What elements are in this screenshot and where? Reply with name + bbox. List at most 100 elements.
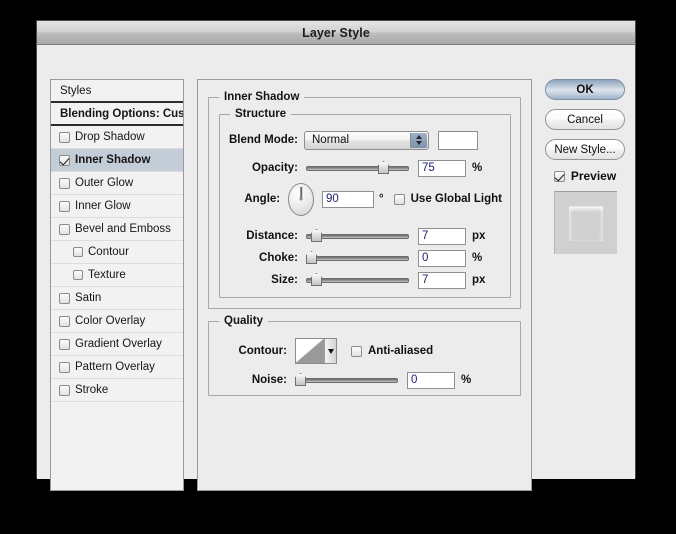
sidebar-item-blending-options[interactable]: Blending Options: Custom [51, 103, 183, 126]
title-bar: Layer Style [37, 21, 635, 45]
choke-slider[interactable] [306, 250, 409, 266]
opacity-row: Opacity: % [220, 159, 502, 177]
sidebar-item-label: Contour [88, 246, 129, 258]
size-slider[interactable] [306, 272, 409, 288]
preview-shape [568, 206, 603, 241]
sidebar-item-label: Pattern Overlay [75, 361, 155, 373]
blend-mode-select[interactable]: Normal [304, 130, 429, 150]
checkbox-texture[interactable] [73, 270, 83, 280]
sidebar-item-drop-shadow[interactable]: Drop Shadow [51, 126, 183, 149]
sidebar-item-label: Gradient Overlay [75, 338, 162, 350]
opacity-unit: % [472, 162, 483, 174]
choke-label: Choke: [259, 252, 298, 264]
noise-label: Noise: [251, 374, 287, 386]
ok-button[interactable]: OK [545, 79, 625, 100]
sidebar-item-texture[interactable]: Texture [51, 264, 183, 287]
preview-thumbnail [553, 191, 617, 254]
inner-shadow-group: Inner Shadow Structure Blend Mode: Norma… [208, 91, 521, 309]
sidebar-item-label: Bevel and Emboss [75, 223, 171, 235]
slider-thumb[interactable] [295, 373, 306, 386]
checkbox-stroke[interactable] [59, 384, 70, 396]
sidebar-item-label: Texture [88, 269, 126, 281]
inner-shadow-group-legend: Inner Shadow [219, 91, 305, 103]
noise-row: Noise: % [209, 371, 509, 389]
preview-toggle[interactable]: Preview [545, 169, 625, 183]
checkbox-inner-shadow[interactable] [59, 154, 70, 166]
sidebar-item-color-overlay[interactable]: Color Overlay [51, 310, 183, 333]
slider-thumb[interactable] [311, 273, 322, 286]
size-row: Size: px [220, 271, 502, 289]
sidebar-item-label: Inner Glow [75, 200, 131, 212]
slider-thumb[interactable] [306, 251, 317, 264]
checkbox-satin[interactable] [59, 292, 70, 304]
sidebar-item-stroke[interactable]: Stroke [51, 379, 183, 402]
size-label: Size: [271, 274, 298, 286]
checkbox-anti-aliased[interactable] [351, 345, 362, 357]
blend-color-swatch[interactable] [438, 130, 478, 150]
distance-input[interactable] [418, 227, 466, 245]
cancel-button[interactable]: Cancel [545, 109, 625, 130]
checkbox-use-global-light[interactable] [393, 193, 405, 205]
use-global-light-label: Use Global Light [410, 193, 502, 205]
checkbox-pattern-overlay[interactable] [59, 361, 70, 373]
sidebar-item-bevel-and-emboss[interactable]: Bevel and Emboss [51, 218, 183, 241]
checkbox-contour[interactable] [73, 247, 83, 257]
slider-track [306, 255, 409, 261]
angle-input[interactable] [322, 190, 375, 208]
preview-label: Preview [570, 169, 617, 183]
checkbox-outer-glow[interactable] [59, 177, 70, 189]
blend-mode-value: Normal [312, 134, 350, 146]
chevron-down-icon[interactable] [324, 339, 336, 363]
slider-track [295, 377, 398, 383]
settings-panel: Inner Shadow Structure Blend Mode: Norma… [197, 79, 532, 491]
choke-unit: % [472, 252, 483, 264]
angle-unit: ° [379, 193, 384, 205]
choke-row: Choke: % [220, 249, 502, 267]
sidebar-item-gradient-overlay[interactable]: Gradient Overlay [51, 333, 183, 356]
structure-group: Structure Blend Mode: Normal Opacity: 75… [219, 108, 511, 298]
sidebar-item-contour[interactable]: Contour [51, 241, 183, 264]
sidebar-item-satin[interactable]: Satin [51, 287, 183, 310]
contour-preset-picker[interactable] [295, 338, 337, 364]
sidebar-item-inner-shadow[interactable]: Inner Shadow [51, 149, 183, 172]
noise-input[interactable] [407, 371, 455, 389]
sidebar-item-outer-glow[interactable]: Outer Glow [51, 172, 183, 195]
sidebar-item-label: Outer Glow [75, 177, 134, 189]
new-style-button[interactable]: New Style... [545, 139, 625, 160]
distance-slider[interactable] [306, 228, 409, 244]
layer-style-dialog: Layer Style Styles Blending Options: Cus… [36, 20, 636, 491]
blend-mode-label: Blend Mode: [229, 134, 298, 146]
size-unit: px [472, 274, 486, 286]
angle-row: Angle: ° Use Global Light [220, 181, 502, 217]
choke-input[interactable] [418, 249, 466, 267]
checkbox-drop-shadow[interactable] [59, 131, 70, 143]
slider-thumb[interactable] [311, 229, 322, 242]
size-input[interactable] [418, 271, 466, 289]
distance-row: Distance: px [220, 227, 502, 245]
noise-slider[interactable] [295, 372, 398, 388]
opacity-label: Opacity: [251, 162, 298, 174]
slider-track [306, 165, 409, 171]
action-buttons: OK Cancel New Style... Preview [545, 79, 625, 254]
noise-unit: % [461, 374, 472, 386]
checkbox-inner-glow[interactable] [59, 200, 70, 212]
checkbox-preview[interactable] [553, 170, 565, 182]
dial-hub [299, 197, 303, 201]
sidebar-item-inner-glow[interactable]: Inner Glow [51, 195, 183, 218]
sidebar-item-pattern-overlay[interactable]: Pattern Overlay [51, 356, 183, 379]
styles-header[interactable]: Styles [51, 80, 183, 103]
sidebar-item-label: Satin [75, 292, 102, 304]
slider-thumb[interactable] [378, 161, 389, 174]
angle-dial[interactable] [288, 182, 315, 216]
opacity-input[interactable] [418, 159, 466, 177]
checkbox-bevel-and-emboss[interactable] [59, 223, 70, 235]
opacity-slider[interactable] [306, 160, 409, 176]
checkbox-gradient-overlay[interactable] [59, 338, 70, 350]
dialog-body: Styles Blending Options: Custom Drop Sha… [37, 45, 635, 491]
distance-unit: px [472, 230, 486, 242]
distance-label: Distance: [246, 230, 298, 242]
checkbox-color-overlay[interactable] [59, 315, 70, 327]
chevron-updown-icon [410, 132, 427, 148]
contour-curve-icon [296, 339, 324, 363]
sidebar-item-label: Inner Shadow [75, 154, 151, 166]
